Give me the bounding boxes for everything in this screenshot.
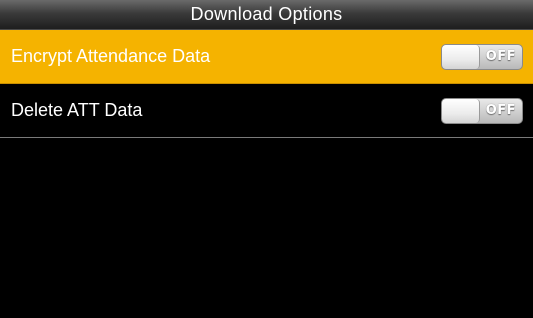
- toggle-state-label: OFF: [485, 102, 516, 118]
- menu-list: Encrypt Attendance Data OFF Delete ATT D…: [0, 30, 533, 138]
- menu-item-delete-att-data[interactable]: Delete ATT Data OFF: [0, 84, 533, 138]
- delete-att-data-toggle[interactable]: OFF: [441, 97, 523, 124]
- toggle-knob: [442, 44, 480, 69]
- encrypt-attendance-data-toggle[interactable]: OFF: [441, 43, 523, 70]
- page-title: Download Options: [190, 4, 343, 24]
- title-bar: Download Options: [0, 0, 533, 30]
- toggle-knob: [442, 98, 480, 123]
- menu-item-encrypt-attendance-data[interactable]: Encrypt Attendance Data OFF: [0, 30, 533, 84]
- toggle-state-label: OFF: [485, 48, 516, 64]
- menu-item-label: Delete ATT Data: [11, 100, 143, 120]
- menu-item-label: Encrypt Attendance Data: [11, 46, 211, 66]
